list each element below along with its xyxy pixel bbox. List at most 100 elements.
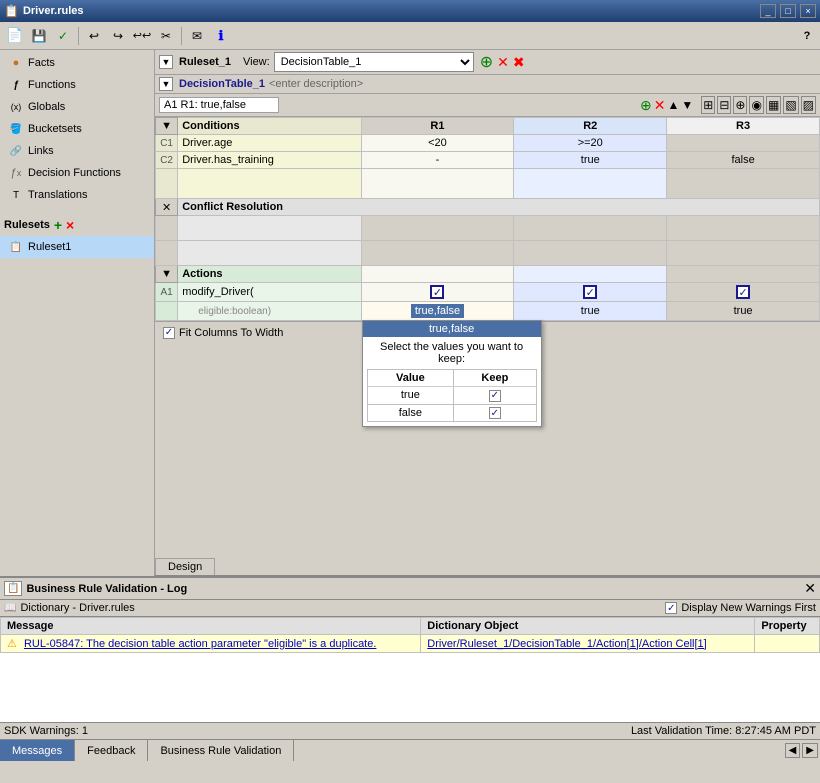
log-row-1: ⚠ RUL-05847: The decision table action p… [1,635,820,653]
add-dt-button[interactable]: ⊕ [480,52,493,72]
log-message-link[interactable]: RUL-05847: The decision table action par… [24,638,376,650]
sidebar-item-translations[interactable]: T Translations [0,184,154,206]
grid-button-2[interactable]: ⊟ [717,96,731,114]
move-up-button[interactable]: ▲ [668,98,680,112]
actions-section-row: ▼ Actions [156,266,820,283]
sidebar-item-ruleset1[interactable]: 📋 Ruleset1 [0,236,154,258]
grid-button-3[interactable]: ⊕ [733,96,747,114]
bottom-nav-left[interactable]: ◀ [785,743,801,758]
cell-ref-input[interactable] [159,97,279,113]
c1-r1[interactable]: <20 [361,135,514,152]
bottom-tab-messages[interactable]: Messages [0,740,75,761]
add-row-button[interactable]: ⊕ [640,97,652,114]
sidebar-item-bucketsets[interactable]: 🪣 Bucketsets [0,118,154,140]
conflict-collapse-icon[interactable]: ✕ [156,199,178,216]
bottom-content: 📖 Dictionary - Driver.rules Display New … [0,600,820,739]
grid-button-1[interactable]: ⊞ [701,96,715,114]
c2-name[interactable]: Driver.has_training [178,152,361,169]
cut-button[interactable] [155,25,177,47]
warnings-checkbox[interactable] [665,602,677,614]
remove-ruleset-button[interactable]: × [66,217,74,233]
add-ruleset-button[interactable]: + [54,217,62,233]
new-button[interactable]: 📄 [4,25,26,47]
sdk-warnings: SDK Warnings: 1 [4,725,88,737]
sidebar-item-functions[interactable]: ƒ Functions [0,74,154,96]
tab-design[interactable]: Design [155,558,215,575]
help-button[interactable]: ? [798,27,816,45]
dt-expand-icon[interactable]: ▼ [159,77,173,91]
log-toolbar: 📖 Dictionary - Driver.rules [4,602,135,614]
info-button[interactable] [210,25,232,47]
popup-table: Value Keep true [367,369,537,422]
move-down-button[interactable]: ▼ [681,98,693,112]
a1-r1-value[interactable]: true,false true,false Select the values … [361,302,514,321]
close-dt-button[interactable]: ✖ [513,54,525,71]
minimize-button[interactable]: _ [760,4,776,18]
c2-r2[interactable]: true [514,152,667,169]
a1-value-popup-trigger[interactable]: true,false [411,304,464,318]
log-col-dict-object: Dictionary Object [421,618,755,635]
bottom-nav-right[interactable]: ▶ [802,743,818,758]
bottom-tabs-spacer [294,740,782,761]
c2-num: C2 [156,152,178,169]
bottom-tab-feedback[interactable]: Feedback [75,740,148,761]
log-status: SDK Warnings: 1 Last Validation Time: 8:… [0,722,820,739]
sidebar-item-links[interactable]: 🔗 Links [0,140,154,162]
close-button[interactable]: × [800,4,816,18]
c1-name[interactable]: Driver.age [178,135,361,152]
grid-button-7[interactable]: ▨ [801,96,816,114]
a1-param[interactable]: eligible:boolean) [178,302,361,321]
undo2-button[interactable]: ↩↩ [131,25,153,47]
mail-button[interactable] [186,25,208,47]
a1-r3-value[interactable]: true [667,302,820,321]
sidebar-item-decision-functions[interactable]: ƒx Decision Functions [0,162,154,184]
grid-button-4[interactable]: ◉ [749,96,763,114]
dt-header: ▼ DecisionTable_1 <enter description> [155,75,820,94]
bottom-panel-close[interactable]: ✕ [804,580,816,597]
a1-name[interactable]: modify_Driver( [178,283,361,302]
grid-button-5[interactable]: ▦ [766,96,781,114]
bottom-tab-brvl[interactable]: Business Rule Validation [148,740,294,761]
last-validation: Last Validation Time: 8:27:45 AM PDT [631,725,816,737]
save-button[interactable] [28,25,50,47]
conflict-empty-row-1 [156,216,820,241]
delete-row-button[interactable]: ✕ [654,97,666,114]
c1-r2[interactable]: >=20 [514,135,667,152]
undo-button[interactable] [83,25,105,47]
c2-r1[interactable]: - [361,152,514,169]
sidebar-item-facts[interactable]: ● Facts [0,52,154,74]
popup-row-true: true [367,387,536,405]
conditions-collapse-icon[interactable]: ▼ [156,118,178,135]
actions-collapse-icon[interactable]: ▼ [156,266,178,283]
popup-keep-true[interactable] [454,387,536,405]
c1-r3[interactable] [667,135,820,152]
a1-r2-value[interactable]: true [514,302,667,321]
sidebar-item-globals[interactable]: (x) Globals [0,96,154,118]
validate-button[interactable] [52,25,74,47]
globals-icon: (x) [8,99,24,115]
fit-columns-label: Fit Columns To Width [179,327,283,339]
c2-r3[interactable]: false [667,152,820,169]
fit-columns-checkbox[interactable] [163,327,175,339]
dt-name: DecisionTable_1 [179,78,265,90]
popup-true-checkbox[interactable] [489,390,501,402]
grid-button-6[interactable]: ▧ [783,96,798,114]
ruleset-expand-icon[interactable]: ▼ [159,55,173,69]
maximize-button[interactable]: □ [780,4,796,18]
bottom-panel-icon[interactable]: 📋 [4,581,22,596]
a1-r3-checkbox[interactable] [667,283,820,302]
view-combo[interactable]: DecisionTable_1 [274,52,474,72]
dt-description[interactable]: <enter description> [269,78,363,90]
popup-keep-false[interactable] [454,404,536,422]
a1-r2-checkbox[interactable] [514,283,667,302]
redo-button[interactable] [107,25,129,47]
log-row-1-dict-object[interactable]: Driver/Ruleset_1/DecisionTable_1/Action[… [421,635,755,653]
toolbar-separator-2 [181,27,182,45]
delete-dt-button[interactable]: ✕ [497,54,509,71]
r2-header: R2 [514,118,667,135]
popup-false-checkbox[interactable] [489,407,501,419]
rulesets-label: Rulesets [4,219,50,231]
a1-r1-checkbox[interactable] [361,283,514,302]
bottom-panel: 📋 Business Rule Validation - Log ✕ 📖 Dic… [0,576,820,761]
r3-header: R3 [667,118,820,135]
